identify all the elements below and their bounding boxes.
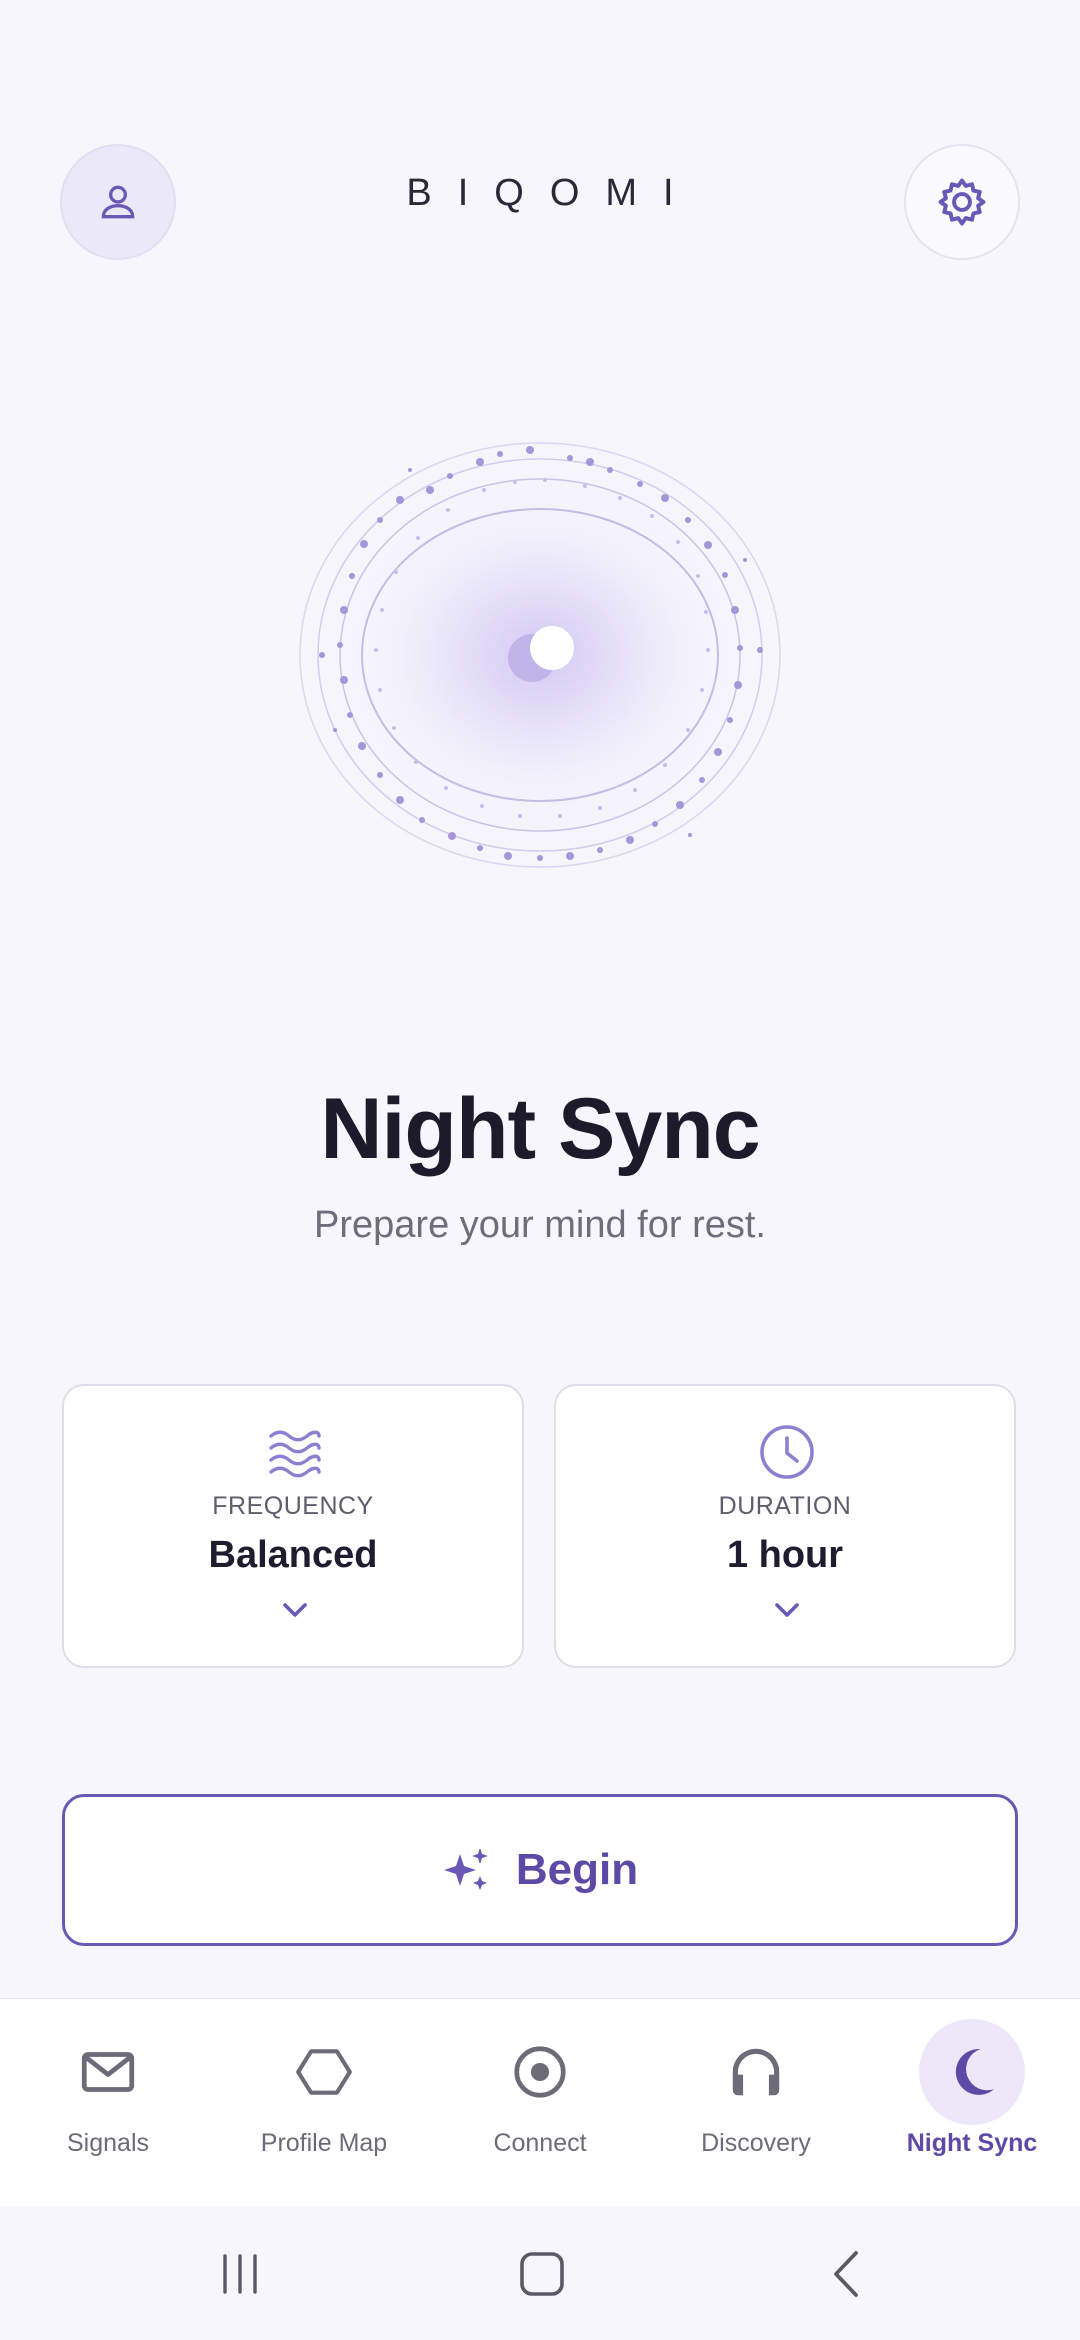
nav-connect[interactable]: Connect [432, 1999, 648, 2207]
begin-label: Begin [515, 1845, 639, 1894]
chevron-down-icon [283, 1603, 307, 1617]
system-navigation-bar [0, 2206, 1080, 2340]
profile-button[interactable] [60, 144, 176, 260]
target-icon [514, 2046, 566, 2098]
bottom-navigation: Signals Profile Map Connect Discovery Ni… [0, 1998, 1080, 2207]
frequency-label: FREQUENCY [212, 1492, 374, 1520]
duration-label: DURATION [718, 1492, 852, 1520]
nav-label: Signals [67, 2129, 149, 2157]
home-button[interactable] [502, 2244, 582, 2304]
sleep-orb-visual [250, 385, 830, 925]
hexagon-icon [296, 2049, 352, 2095]
settings-button[interactable] [904, 144, 1020, 260]
clock-icon [760, 1425, 814, 1479]
nav-profile-map[interactable]: Profile Map [216, 1999, 432, 2207]
nav-night-sync[interactable]: Night Sync [864, 1999, 1080, 2207]
nav-discovery[interactable]: Discovery [648, 1999, 864, 2207]
chevron-down-icon [775, 1603, 799, 1617]
waves-icon [269, 1430, 321, 1478]
nav-signals[interactable]: Signals [0, 1999, 216, 2207]
begin-button[interactable]: Begin [62, 1794, 1018, 1946]
home-icon [520, 2252, 564, 2296]
person-icon [101, 185, 135, 219]
nav-label: Night Sync [906, 2129, 1038, 2157]
nav-label: Discovery [701, 2129, 811, 2157]
duration-value: 1 hour [726, 1534, 844, 1576]
page-title: Night Sync [320, 1081, 760, 1177]
nav-label: Profile Map [260, 2129, 388, 2157]
gear-icon [938, 178, 986, 226]
frequency-selector[interactable]: FREQUENCY Balanced [62, 1384, 524, 1668]
recents-icon [223, 2254, 257, 2294]
moon-icon [955, 2048, 994, 2095]
nav-label: Connect [493, 2129, 587, 2157]
sparkles-icon [443, 1848, 488, 1890]
headphones-icon [732, 2048, 780, 2096]
app-brand: BIQOMI [406, 172, 700, 214]
page-subtitle: Prepare your mind for rest. [314, 1204, 766, 1246]
duration-selector[interactable]: DURATION 1 hour [554, 1384, 1016, 1668]
back-button[interactable] [806, 2244, 886, 2304]
frequency-value: Balanced [208, 1534, 378, 1576]
envelope-icon [81, 2052, 135, 2092]
recents-button[interactable] [200, 2244, 280, 2304]
back-icon [834, 2251, 858, 2297]
